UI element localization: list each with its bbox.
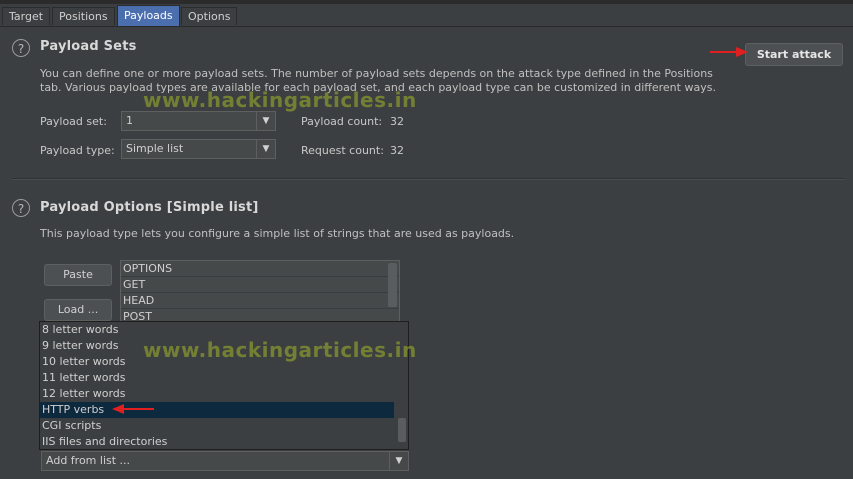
help-icon[interactable]: ?	[12, 39, 30, 57]
red-arrow-icon	[710, 47, 748, 57]
chevron-down-icon: ▼	[256, 112, 275, 130]
chevron-down-icon: ▼	[256, 140, 275, 158]
dropdown-item[interactable]: IIS files and directories	[40, 434, 408, 449]
payload-sets-description-1: You can define one or more payload sets.…	[40, 67, 713, 80]
payload-type-value: Simple list	[126, 142, 184, 155]
payload-sets-title: Payload Sets	[40, 39, 137, 54]
red-arrow-icon	[112, 404, 154, 414]
request-count-value: 32	[390, 144, 404, 157]
add-from-list-select[interactable]: Add from list ... ▼	[41, 451, 409, 471]
section-divider	[12, 178, 845, 180]
add-from-list-value: Add from list ...	[46, 454, 131, 467]
tab-options[interactable]: Options	[181, 7, 238, 25]
payload-list[interactable]: OPTIONS GET HEAD POST	[120, 260, 400, 324]
watermark-text: www.hackingarticles.in	[143, 88, 417, 112]
list-item[interactable]: GET	[121, 277, 399, 293]
payload-type-label: Payload type:	[40, 144, 115, 157]
payload-count-label: Payload count:	[301, 115, 383, 128]
payload-count-value: 32	[390, 115, 404, 128]
tab-bar: Target Positions Payloads Options	[0, 4, 853, 27]
payload-options-description: This payload type lets you configure a s…	[40, 227, 515, 240]
payload-set-value: 1	[126, 114, 133, 127]
watermark-text: www.hackingarticles.in	[143, 338, 417, 362]
dropdown-item[interactable]: 8 letter words	[40, 322, 408, 338]
dropdown-item[interactable]: CGI scripts	[40, 418, 408, 434]
paste-button[interactable]: Paste	[44, 264, 112, 286]
load-button[interactable]: Load ...	[44, 299, 112, 321]
tab-payloads[interactable]: Payloads	[117, 5, 180, 26]
list-item[interactable]: OPTIONS	[121, 261, 399, 277]
dropdown-scrollbar[interactable]	[398, 418, 406, 442]
list-item[interactable]: HEAD	[121, 293, 399, 309]
payload-set-label: Payload set:	[40, 115, 107, 128]
tab-positions[interactable]: Positions	[52, 7, 115, 25]
request-count-label: Request count:	[301, 144, 384, 157]
payload-set-select[interactable]: 1 ▼	[121, 111, 276, 131]
start-attack-button[interactable]: Start attack	[745, 43, 843, 66]
dropdown-item-selected[interactable]: HTTP verbs	[40, 402, 394, 418]
tab-target[interactable]: Target	[2, 7, 51, 25]
help-icon[interactable]: ?	[12, 199, 30, 217]
chevron-down-icon: ▼	[389, 452, 408, 470]
dropdown-item[interactable]: 12 letter words	[40, 386, 408, 402]
payload-options-title: Payload Options [Simple list]	[40, 200, 259, 215]
dropdown-item[interactable]: 11 letter words	[40, 370, 408, 386]
payload-type-select[interactable]: Simple list ▼	[121, 139, 276, 159]
list-scrollbar[interactable]	[388, 263, 397, 307]
